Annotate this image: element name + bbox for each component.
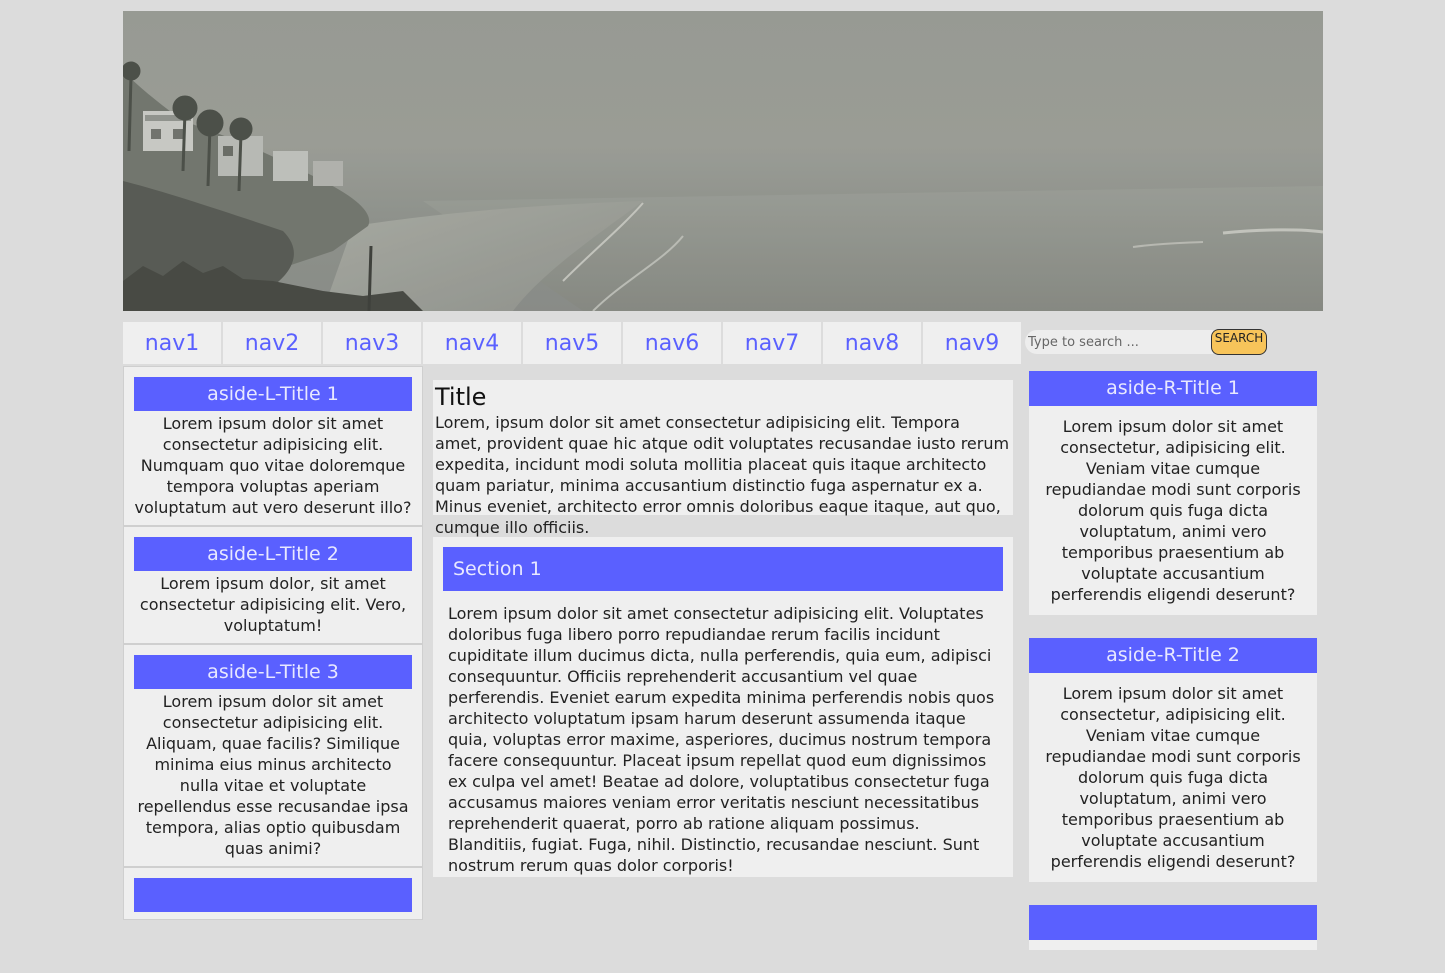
aside-left-block-partial (123, 867, 423, 920)
aside-right-title-partial (1029, 905, 1317, 940)
nav-item-9[interactable]: nav9 (923, 322, 1021, 364)
intro-text: Lorem, ipsum dolor sit amet consectetur … (435, 413, 1010, 537)
aside-left: aside-L-Title 1 Lorem ipsum dolor sit am… (123, 366, 423, 920)
nav-item-3[interactable]: nav3 (323, 322, 421, 364)
section-text: Lorem ipsum dolor sit amet consectetur a… (448, 604, 995, 875)
aside-right: aside-R-Title 1 Lorem ipsum dolor sit am… (1029, 371, 1317, 973)
search-input[interactable] (1025, 330, 1213, 354)
aside-right-text: Lorem ipsum dolor sit amet consectetur, … (1045, 684, 1301, 871)
aside-left-block: aside-L-Title 2 Lorem ipsum dolor, sit a… (123, 526, 423, 644)
aside-left-title: aside-L-Title 2 (134, 537, 412, 571)
aside-left-block: aside-L-Title 1 Lorem ipsum dolor sit am… (123, 366, 423, 526)
aside-left-title: aside-L-Title 3 (134, 655, 412, 689)
nav-item-2[interactable]: nav2 (223, 322, 321, 364)
main-content: Title Lorem, ipsum dolor sit amet consec… (433, 380, 1013, 877)
aside-left-text: Lorem ipsum dolor sit amet consectetur a… (134, 414, 412, 517)
aside-left-text: Lorem ipsum dolor, sit amet consectetur … (139, 574, 407, 635)
nav-item-1[interactable]: nav1 (123, 322, 221, 364)
aside-right-title: aside-R-Title 2 (1029, 638, 1317, 673)
banner-image (123, 11, 1323, 311)
page-title: Title (435, 383, 487, 411)
page-wrapper: nav1 nav2 nav3 nav4 nav5 nav6 nav7 nav8 … (123, 11, 1323, 950)
nav-item-4[interactable]: nav4 (423, 322, 521, 364)
intro-block: Title Lorem, ipsum dolor sit amet consec… (433, 380, 1013, 537)
nav-menu: nav1 nav2 nav3 nav4 nav5 nav6 nav7 nav8 … (123, 322, 1023, 364)
aside-right-block: aside-R-Title 1 Lorem ipsum dolor sit am… (1029, 371, 1317, 615)
aside-right-title: aside-R-Title 1 (1029, 371, 1317, 406)
aside-left-block: aside-L-Title 3 Lorem ipsum dolor sit am… (123, 644, 423, 867)
beach-photo (123, 11, 1323, 311)
search-button[interactable]: SEARCH (1211, 329, 1267, 355)
aside-left-title-partial (134, 878, 412, 912)
nav-item-6[interactable]: nav6 (623, 322, 721, 364)
aside-left-title: aside-L-Title 1 (134, 377, 412, 411)
nav-item-8[interactable]: nav8 (823, 322, 921, 364)
aside-right-text: Lorem ipsum dolor sit amet consectetur, … (1045, 417, 1301, 604)
nav-item-7[interactable]: nav7 (723, 322, 821, 364)
section-title: Section 1 (443, 547, 1003, 591)
aside-right-block-partial (1029, 905, 1317, 950)
section-block: Section 1 Lorem ipsum dolor sit amet con… (433, 537, 1013, 877)
nav-item-5[interactable]: nav5 (523, 322, 621, 364)
aside-right-block: aside-R-Title 2 Lorem ipsum dolor sit am… (1029, 638, 1317, 882)
aside-left-text: Lorem ipsum dolor sit amet consectetur a… (137, 692, 409, 858)
nav-bar: nav1 nav2 nav3 nav4 nav5 nav6 nav7 nav8 … (123, 322, 1323, 364)
